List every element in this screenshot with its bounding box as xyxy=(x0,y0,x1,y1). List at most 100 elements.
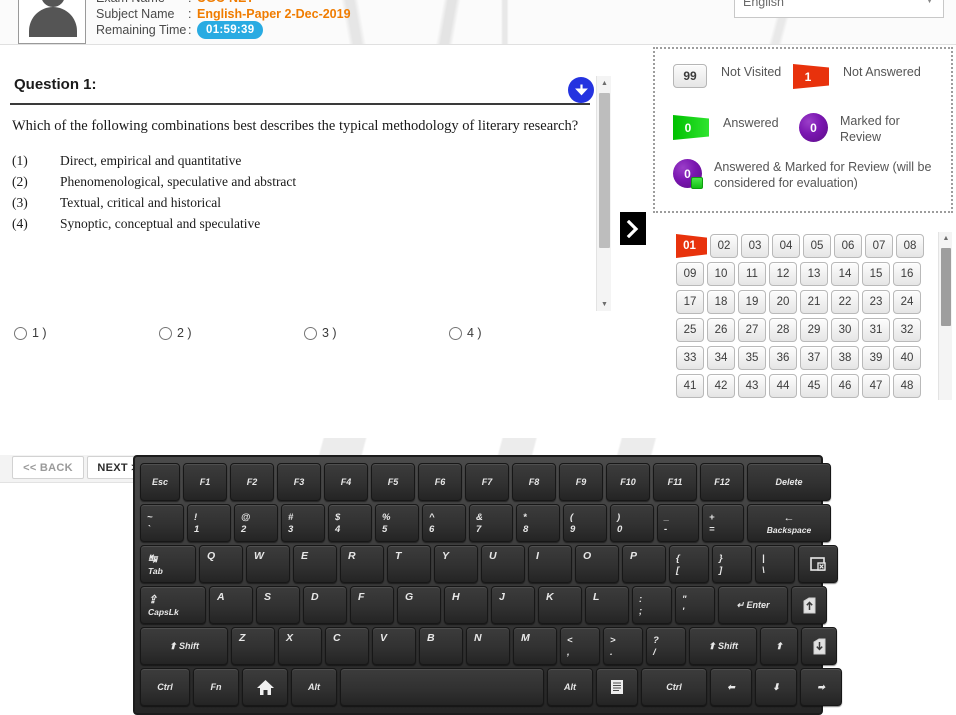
palette-question-40[interactable]: 40 xyxy=(893,346,921,370)
key-a[interactable]: A xyxy=(209,586,253,624)
key-t[interactable]: T xyxy=(387,545,431,583)
key-f6[interactable]: F6 xyxy=(418,463,462,501)
palette-question-13[interactable]: 13 xyxy=(800,262,828,286)
palette-question-42[interactable]: 42 xyxy=(707,374,735,398)
key-x[interactable]: X xyxy=(278,627,322,665)
key-space[interactable]: ⬇ xyxy=(755,668,797,706)
key-z[interactable]: Z xyxy=(231,627,275,665)
palette-question-11[interactable]: 11 xyxy=(738,262,766,286)
scroll-up-arrow-icon[interactable]: ▲ xyxy=(597,76,612,90)
palette-question-32[interactable]: 32 xyxy=(893,318,921,342)
key-7[interactable]: & 7 xyxy=(469,504,513,542)
question-scrollbar[interactable]: ▲ ▼ xyxy=(596,76,611,311)
key-capslk[interactable]: ⇪ CapsLk xyxy=(140,586,206,624)
language-selector-wrap[interactable]: English ▼ xyxy=(734,0,944,18)
key-o[interactable]: O xyxy=(575,545,619,583)
key-backspace[interactable]: ← Backspace xyxy=(747,504,831,542)
key-`[interactable]: ~ ` xyxy=(140,504,184,542)
palette-question-06[interactable]: 06 xyxy=(834,234,862,258)
palette-question-17[interactable]: 17 xyxy=(676,290,704,314)
palette-question-28[interactable]: 28 xyxy=(769,318,797,342)
key-,[interactable]: <, xyxy=(560,627,600,665)
palette-question-05[interactable]: 05 xyxy=(803,234,831,258)
palette-question-24[interactable]: 24 xyxy=(893,290,921,314)
answer-radio-2[interactable]: 2 ) xyxy=(157,326,302,340)
key-shift[interactable]: ⬆ Shift xyxy=(689,627,757,665)
palette-question-08[interactable]: 08 xyxy=(896,234,924,258)
palette-question-46[interactable]: 46 xyxy=(831,374,859,398)
palette-question-44[interactable]: 44 xyxy=(769,374,797,398)
key-y[interactable]: Y xyxy=(434,545,478,583)
answer-radio-input-2[interactable] xyxy=(159,326,172,340)
key-p[interactable]: P xyxy=(622,545,666,583)
key-f7[interactable]: F7 xyxy=(465,463,509,501)
key-f5[interactable]: F5 xyxy=(371,463,415,501)
key-esc[interactable]: Esc xyxy=(140,463,180,501)
key-1[interactable]: ! 1 xyxy=(187,504,231,542)
key-home-icon[interactable] xyxy=(242,668,288,706)
key-f11[interactable]: F11 xyxy=(653,463,697,501)
key-d[interactable]: D xyxy=(303,586,347,624)
key-8[interactable]: * 8 xyxy=(516,504,560,542)
answer-radio-input-3[interactable] xyxy=(304,326,317,340)
key-4[interactable]: $4 xyxy=(328,504,372,542)
key-n[interactable]: N xyxy=(466,627,510,665)
palette-question-47[interactable]: 47 xyxy=(862,374,890,398)
key-f10[interactable]: F10 xyxy=(606,463,650,501)
palette-question-36[interactable]: 36 xyxy=(769,346,797,370)
key-2[interactable]: @2 xyxy=(234,504,278,542)
palette-question-31[interactable]: 31 xyxy=(862,318,890,342)
key-f9[interactable]: F9 xyxy=(559,463,603,501)
palette-question-04[interactable]: 04 xyxy=(772,234,800,258)
key-f8[interactable]: F8 xyxy=(512,463,556,501)
key-0[interactable]: ) 0 xyxy=(610,504,654,542)
palette-question-30[interactable]: 30 xyxy=(831,318,859,342)
virtual-keyboard[interactable]: Esc F1 F2 F3 F4 F5 F6 F7 F8 F9 F10 F11 F12 Delete ~ `! 1… xyxy=(133,455,842,715)
key-space[interactable]: ⬆ xyxy=(760,627,798,665)
palette-question-27[interactable]: 27 xyxy=(738,318,766,342)
key-5[interactable]: % 5 xyxy=(375,504,419,542)
key-b[interactable]: B xyxy=(419,627,463,665)
key-3[interactable]: #3 xyxy=(281,504,325,542)
palette-question-23[interactable]: 23 xyxy=(862,290,890,314)
palette-question-25[interactable]: 25 xyxy=(676,318,704,342)
key-delete[interactable]: Delete xyxy=(747,463,831,501)
palette-question-18[interactable]: 18 xyxy=(707,290,735,314)
answer-radio-3[interactable]: 3 ) xyxy=(302,326,447,340)
key-k[interactable]: K xyxy=(538,586,582,624)
key-9[interactable]: (9 xyxy=(563,504,607,542)
palette-question-45[interactable]: 45 xyxy=(800,374,828,398)
palette-question-22[interactable]: 22 xyxy=(831,290,859,314)
answer-radio-input-4[interactable] xyxy=(449,326,462,340)
palette-question-15[interactable]: 15 xyxy=(862,262,890,286)
key-page-up-icon[interactable] xyxy=(791,586,827,624)
key-j[interactable]: J xyxy=(491,586,535,624)
panel-toggle-button[interactable] xyxy=(620,212,646,245)
key-f4[interactable]: F4 xyxy=(324,463,368,501)
key-page-down-icon[interactable] xyxy=(801,627,837,665)
palette-question-34[interactable]: 34 xyxy=(707,346,735,370)
answer-radio-input-1[interactable] xyxy=(14,326,27,340)
key-w[interactable]: W xyxy=(246,545,290,583)
key-6[interactable]: ^ 6 xyxy=(422,504,466,542)
key-space[interactable]: ⬅ xyxy=(710,668,752,706)
key-[[interactable]: {[ xyxy=(669,545,709,583)
palette-question-48[interactable]: 48 xyxy=(893,374,921,398)
palette-question-37[interactable]: 37 xyxy=(800,346,828,370)
key-v[interactable]: V xyxy=(372,627,416,665)
key-f3[interactable]: F3 xyxy=(277,463,321,501)
key-h[interactable]: H xyxy=(444,586,488,624)
answer-radio-4[interactable]: 4 ) xyxy=(447,326,592,340)
key-fn[interactable]: Fn xyxy=(193,668,239,706)
key-=[interactable]: + = xyxy=(702,504,744,542)
palette-question-03[interactable]: 03 xyxy=(741,234,769,258)
answer-radio-1[interactable]: 1 ) xyxy=(12,326,157,340)
scroll-down-arrow-icon[interactable]: ▼ xyxy=(597,297,612,311)
language-select[interactable]: English xyxy=(734,0,944,18)
key-c[interactable]: C xyxy=(325,627,369,665)
key-u[interactable]: U xyxy=(481,545,525,583)
key-space[interactable]: ➡ xyxy=(800,668,842,706)
key-alt[interactable]: Alt xyxy=(291,668,337,706)
palette-question-26[interactable]: 26 xyxy=(707,318,735,342)
key-f[interactable]: F xyxy=(350,586,394,624)
